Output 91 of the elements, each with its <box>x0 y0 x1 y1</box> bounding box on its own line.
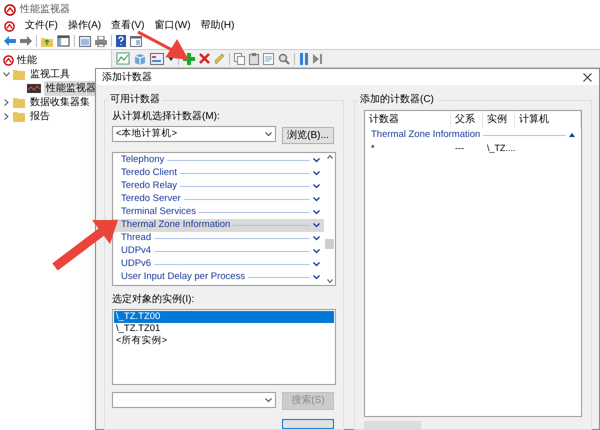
tree-item[interactable]: 性能 <box>17 52 37 68</box>
column-header[interactable]: 计算机 <box>515 111 581 128</box>
group-legend: 可用计数器 <box>108 94 162 106</box>
column-header[interactable]: 父系 <box>451 111 483 128</box>
computer-dropdown[interactable]: <本地计算机> <box>112 126 276 142</box>
chevron-down-icon <box>265 132 272 136</box>
chevron-down-icon <box>313 262 320 267</box>
close-icon <box>582 72 592 82</box>
annotation-arrow <box>52 218 120 270</box>
magnifier-icon[interactable] <box>278 52 290 64</box>
instance-item[interactable]: \_TZ.TZ00 <box>114 310 334 323</box>
chevron-down-icon <box>313 171 320 176</box>
chevron-down-icon <box>313 236 320 241</box>
tree-pane-icon[interactable] <box>57 35 70 47</box>
database-icon[interactable] <box>134 52 146 64</box>
app-icon <box>4 4 16 16</box>
chevron-right-icon[interactable] <box>3 98 10 106</box>
properties-icon[interactable] <box>263 52 274 64</box>
next-frame-icon[interactable] <box>313 52 323 64</box>
counter-item[interactable]: Telephony <box>113 154 324 167</box>
group-legend: 添加的计数器(C) <box>358 94 436 106</box>
chevron-down-icon <box>265 398 272 402</box>
pencil-icon[interactable] <box>214 52 225 64</box>
counter-item[interactable]: UDPv6 <box>113 258 324 271</box>
tree-item[interactable]: 性能监视器 <box>44 80 98 96</box>
dialog-title: 添加计数器 <box>102 70 152 84</box>
group-header[interactable]: Thermal Zone Information <box>371 128 480 142</box>
tree-item[interactable]: 报告 <box>28 108 52 124</box>
folder-icon <box>13 96 25 108</box>
tree-item[interactable]: 监视工具 <box>28 66 72 82</box>
counter-item[interactable]: Thermal Zone Information <box>113 219 324 232</box>
menu-item[interactable]: 操作(A) <box>68 20 102 32</box>
counter-item[interactable]: Thread <box>113 232 324 245</box>
instance-item[interactable]: \_TZ.TZ01 <box>114 322 334 335</box>
chevron-down-icon <box>313 223 320 228</box>
table-cell-text: * <box>370 142 376 156</box>
menu-item[interactable]: 查看(V) <box>111 20 144 32</box>
chevron-down-icon <box>313 210 320 215</box>
scroll-down-icon <box>326 278 332 283</box>
printer-icon[interactable] <box>95 36 107 46</box>
annotation-arrow <box>136 30 188 60</box>
counter-item[interactable]: UDPv4 <box>113 245 324 258</box>
delete-icon[interactable] <box>199 53 210 64</box>
pause-icon[interactable] <box>299 52 309 64</box>
line-chart-icon[interactable] <box>116 52 130 65</box>
chevron-down-icon <box>313 249 320 254</box>
menu-item[interactable]: 文件(F) <box>25 20 58 32</box>
window-icon[interactable] <box>130 36 142 46</box>
chevron-down-icon[interactable] <box>3 72 10 76</box>
scroll-up-icon <box>326 155 332 159</box>
counter-item[interactable]: User Input Delay per Process <box>113 271 324 284</box>
monitor-chart-icon <box>27 84 41 92</box>
folder-icon <box>13 68 25 80</box>
counter-item[interactable]: Teredo Client <box>113 167 324 180</box>
chevron-down-icon <box>313 197 320 202</box>
browse-button[interactable]: 浏览(B)... <box>282 127 334 144</box>
copy-icon[interactable] <box>234 52 245 64</box>
window-icon[interactable] <box>79 36 91 46</box>
field-label: 从计算机选择计数器(M): <box>112 111 221 123</box>
app-icon[interactable] <box>4 20 15 32</box>
performance-icon <box>3 54 14 66</box>
search-dropdown[interactable] <box>112 392 276 408</box>
chevron-down-icon <box>313 158 320 163</box>
chevron-down-icon <box>313 275 320 280</box>
chart-type-icon[interactable] <box>150 52 164 64</box>
field-label: 选定对象的实例(I): <box>112 294 196 306</box>
instance-list[interactable]: \_TZ.TZ00 \_TZ.TZ01 <所有实例> <box>112 308 336 386</box>
forward-arrow-icon[interactable] <box>20 36 32 46</box>
chevron-down-icon <box>313 184 320 189</box>
table-cell-text: --- <box>454 142 465 156</box>
folder-icon <box>13 110 25 122</box>
counter-item[interactable]: Teredo Relay <box>113 180 324 193</box>
column-header[interactable]: 计数器 <box>365 111 451 128</box>
tree-item[interactable]: 数据收集器集 <box>28 94 92 110</box>
back-arrow-icon[interactable] <box>4 36 16 46</box>
scroll-thumb[interactable] <box>325 239 334 249</box>
menu-item[interactable]: 帮助(H) <box>200 20 234 32</box>
column-header[interactable]: 实例 <box>483 111 515 128</box>
help-icon[interactable] <box>116 35 126 47</box>
counter-item[interactable]: Terminal Services <box>113 206 324 219</box>
menu-item[interactable]: 窗口(W) <box>154 20 191 32</box>
scrollbar[interactable] <box>324 153 335 285</box>
chevron-right-icon[interactable] <box>3 112 10 120</box>
counter-item[interactable]: Teredo Server <box>113 193 324 206</box>
clipboard-icon[interactable] <box>249 52 259 64</box>
folder-icon[interactable] <box>41 36 53 46</box>
table-cell-text: \_TZ.... <box>486 142 515 156</box>
chevron-up-icon[interactable] <box>569 133 575 137</box>
window-title: 性能监视器 <box>20 2 70 17</box>
instance-item[interactable]: <所有实例> <box>114 334 334 347</box>
button[interactable] <box>282 419 334 429</box>
